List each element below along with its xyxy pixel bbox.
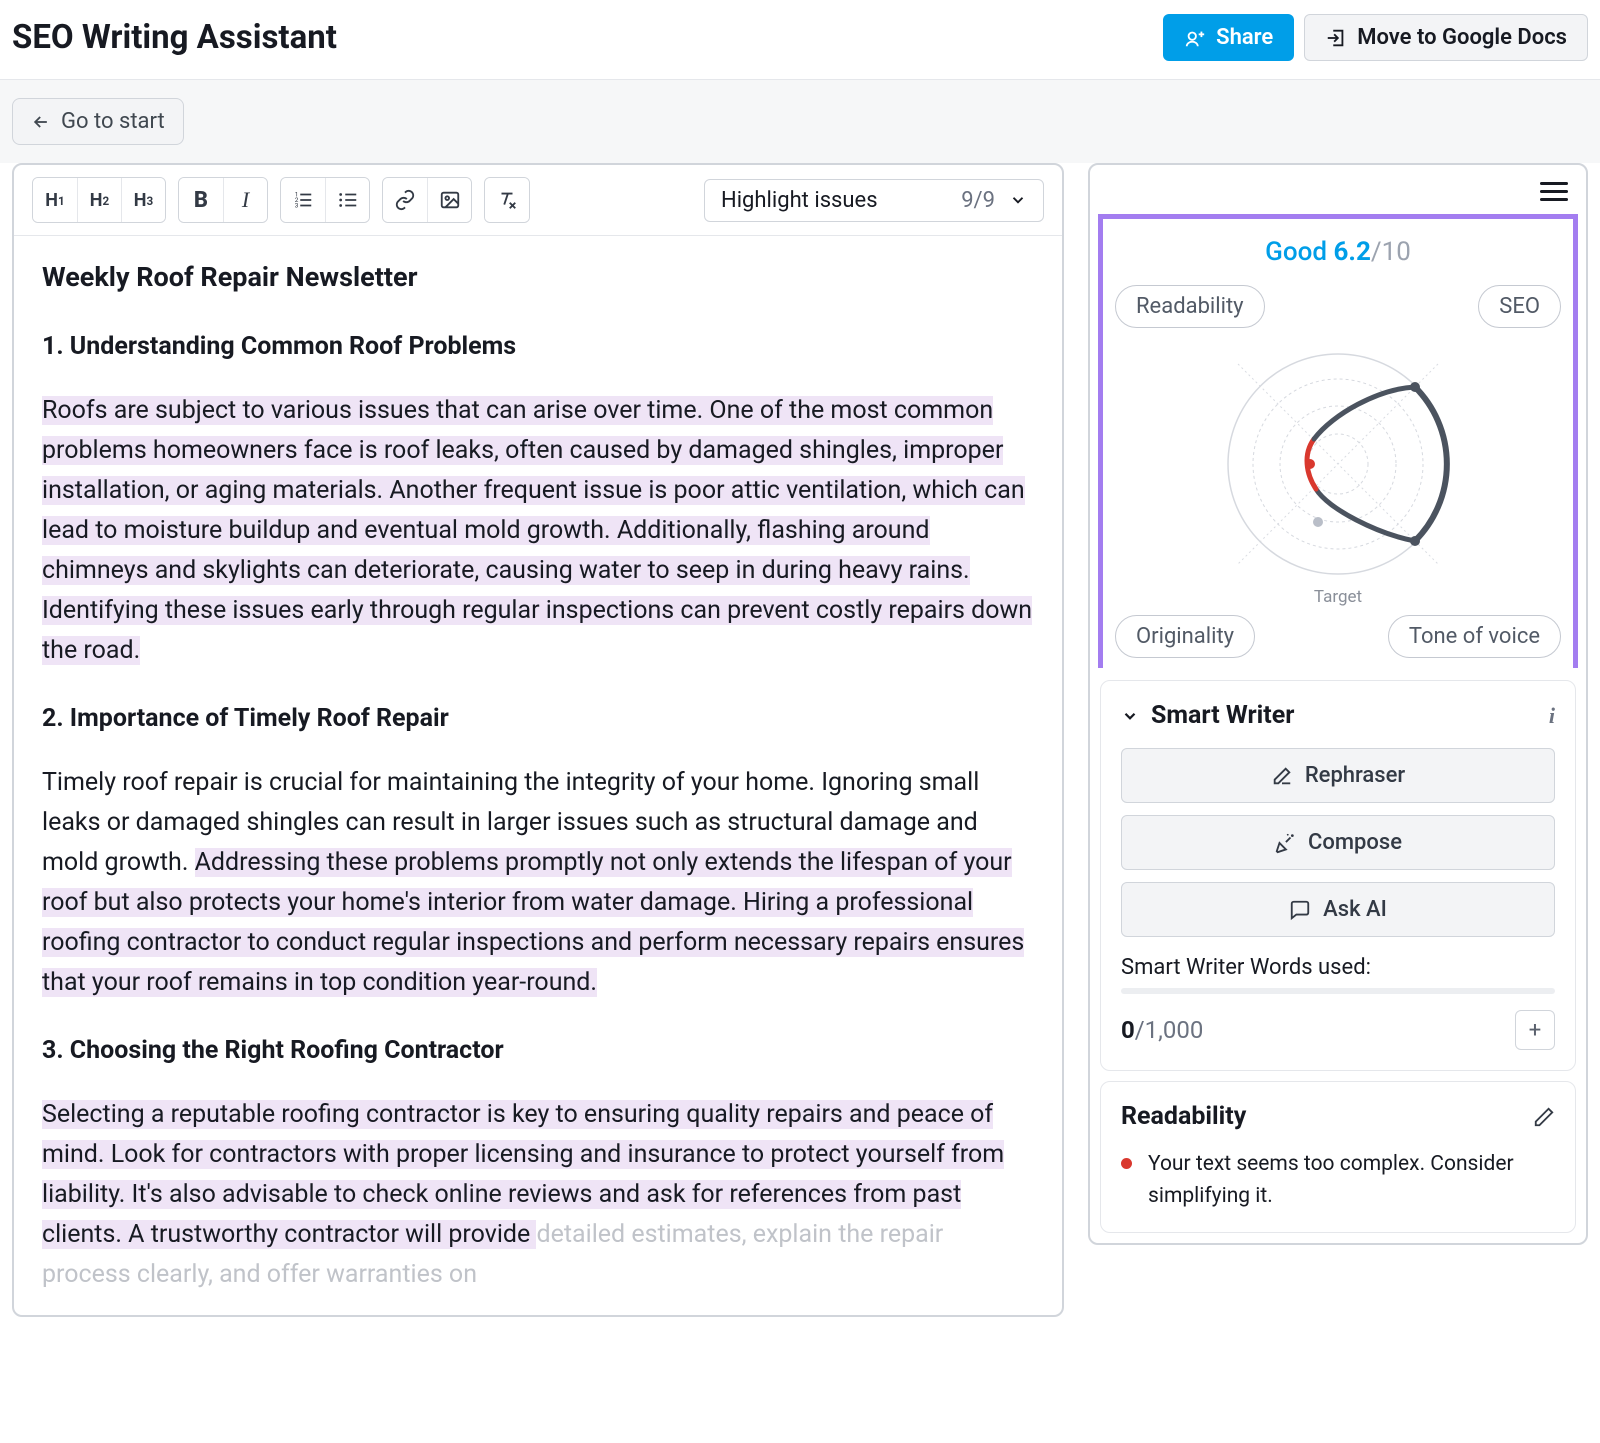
- ask-ai-label: Ask AI: [1323, 897, 1387, 922]
- gdocs-label: Move to Google Docs: [1357, 25, 1567, 50]
- sidebar: Good 6.2/10 Readability SEO: [1088, 163, 1588, 1245]
- editor-content[interactable]: Weekly Roof Repair Newsletter 1. Underst…: [14, 236, 1062, 1315]
- highlight-label: Highlight issues: [721, 188, 878, 213]
- editor-toolbar: H1 H2 H3 B I 123: [14, 165, 1062, 236]
- link-button[interactable]: [383, 178, 427, 222]
- readability-note: Your text seems too complex. Consider si…: [1121, 1149, 1555, 1212]
- readability-pill[interactable]: Readability: [1115, 285, 1265, 328]
- move-to-gdocs-button[interactable]: Move to Google Docs: [1304, 14, 1588, 61]
- readability-head: Readability: [1121, 1102, 1555, 1131]
- rephraser-button[interactable]: Rephraser: [1121, 748, 1555, 803]
- rephraser-label: Rephraser: [1305, 763, 1405, 788]
- section-2-body: Timely roof repair is crucial for mainta…: [42, 763, 1034, 1003]
- h3-button[interactable]: H3: [121, 178, 165, 222]
- tool-groups: H1 H2 H3 B I 123: [32, 177, 530, 223]
- pencil-icon[interactable]: [1533, 1106, 1555, 1128]
- seo-pill[interactable]: SEO: [1478, 285, 1561, 328]
- pill-row-bottom: Originality Tone of voice: [1111, 615, 1565, 658]
- arrow-left-icon: [31, 112, 51, 132]
- svg-text:3: 3: [295, 201, 299, 209]
- readability-title: Readability: [1121, 1102, 1246, 1131]
- compose-icon: [1274, 832, 1296, 854]
- edit-icon: [1271, 765, 1293, 787]
- export-icon: [1325, 27, 1347, 49]
- score-label: Good: [1265, 237, 1327, 267]
- menu-button[interactable]: [1540, 177, 1568, 206]
- smart-writer-title: Smart Writer: [1151, 701, 1294, 730]
- link-icon: [394, 189, 416, 211]
- readability-card: Readability Your text seems too complex.…: [1100, 1081, 1576, 1233]
- originality-pill[interactable]: Originality: [1115, 615, 1255, 658]
- h1-button[interactable]: H1: [33, 178, 77, 222]
- clear-group: [484, 177, 530, 223]
- unordered-list-icon: [337, 189, 359, 211]
- italic-button[interactable]: I: [223, 178, 267, 222]
- section-1-body: Roofs are subject to various issues that…: [42, 391, 1034, 671]
- sidebar-top: [1090, 165, 1586, 214]
- unordered-list-button[interactable]: [325, 178, 369, 222]
- header: SEO Writing Assistant Share Move to Goog…: [0, 0, 1600, 80]
- info-icon[interactable]: i: [1549, 703, 1555, 729]
- usage-row: 0/1,000 +: [1121, 1010, 1555, 1050]
- go-to-start-button[interactable]: Go to start: [12, 98, 184, 145]
- image-icon: [439, 189, 461, 211]
- subheader: Go to start: [0, 80, 1600, 163]
- share-icon: [1184, 27, 1206, 49]
- share-label: Share: [1216, 25, 1273, 50]
- heading-group: H1 H2 H3: [32, 177, 166, 223]
- chat-icon: [1289, 899, 1311, 921]
- smart-writer-title-row[interactable]: Smart Writer: [1121, 701, 1294, 730]
- go-to-start-label: Go to start: [61, 109, 165, 134]
- editor-panel: H1 H2 H3 B I 123: [12, 163, 1064, 1317]
- clear-format-icon: [496, 189, 518, 211]
- score-max: /10: [1371, 237, 1411, 267]
- main-layout: H1 H2 H3 B I 123: [0, 163, 1600, 1329]
- smart-writer-card: Smart Writer i Rephraser Compose Ask AI …: [1100, 680, 1576, 1071]
- compose-label: Compose: [1308, 830, 1402, 855]
- score-card: Good 6.2/10 Readability SEO: [1098, 214, 1578, 668]
- usage-bar: [1121, 988, 1555, 994]
- status-dot-red: [1121, 1158, 1132, 1169]
- header-actions: Share Move to Google Docs: [1163, 14, 1588, 61]
- target-label: Target: [1111, 587, 1565, 607]
- score-value: 6.2: [1334, 237, 1371, 267]
- readability-note-text: Your text seems too complex. Consider si…: [1148, 1149, 1555, 1212]
- highlight-issues-select[interactable]: Highlight issues 9/9: [704, 179, 1044, 222]
- highlight-count: 9/9: [961, 188, 995, 213]
- section-2-head: 2. Importance of Timely Roof Repair: [42, 699, 1034, 739]
- list-group: 123: [280, 177, 370, 223]
- usage-label: Smart Writer Words used:: [1121, 955, 1555, 980]
- insert-group: [382, 177, 472, 223]
- section-3-head: 3. Choosing the Right Roofing Contractor: [42, 1031, 1034, 1071]
- chevron-down-icon: [1121, 707, 1139, 725]
- h2-button[interactable]: H2: [77, 178, 121, 222]
- ordered-list-button[interactable]: 123: [281, 178, 325, 222]
- usage-count: 0/1,000: [1121, 1016, 1203, 1044]
- format-group: B I: [178, 177, 268, 223]
- add-words-button[interactable]: +: [1515, 1010, 1555, 1050]
- tone-pill[interactable]: Tone of voice: [1388, 615, 1561, 658]
- image-button[interactable]: [427, 178, 471, 222]
- section-3-body: Selecting a reputable roofing contractor…: [42, 1095, 1034, 1295]
- smart-writer-head: Smart Writer i: [1121, 701, 1555, 730]
- section-1-head: 1. Understanding Common Roof Problems: [42, 327, 1034, 367]
- document-title: Weekly Roof Repair Newsletter: [42, 256, 1034, 299]
- compose-button[interactable]: Compose: [1121, 815, 1555, 870]
- bold-button[interactable]: B: [179, 178, 223, 222]
- radar-chart: [1111, 334, 1565, 599]
- chevron-down-icon: [1009, 191, 1027, 209]
- share-button[interactable]: Share: [1163, 14, 1294, 61]
- ordered-list-icon: 123: [292, 189, 314, 211]
- app-title: SEO Writing Assistant: [12, 18, 337, 57]
- pill-row-top: Readability SEO: [1111, 285, 1565, 328]
- clear-format-button[interactable]: [485, 178, 529, 222]
- score-line: Good 6.2/10: [1111, 237, 1565, 267]
- ask-ai-button[interactable]: Ask AI: [1121, 882, 1555, 937]
